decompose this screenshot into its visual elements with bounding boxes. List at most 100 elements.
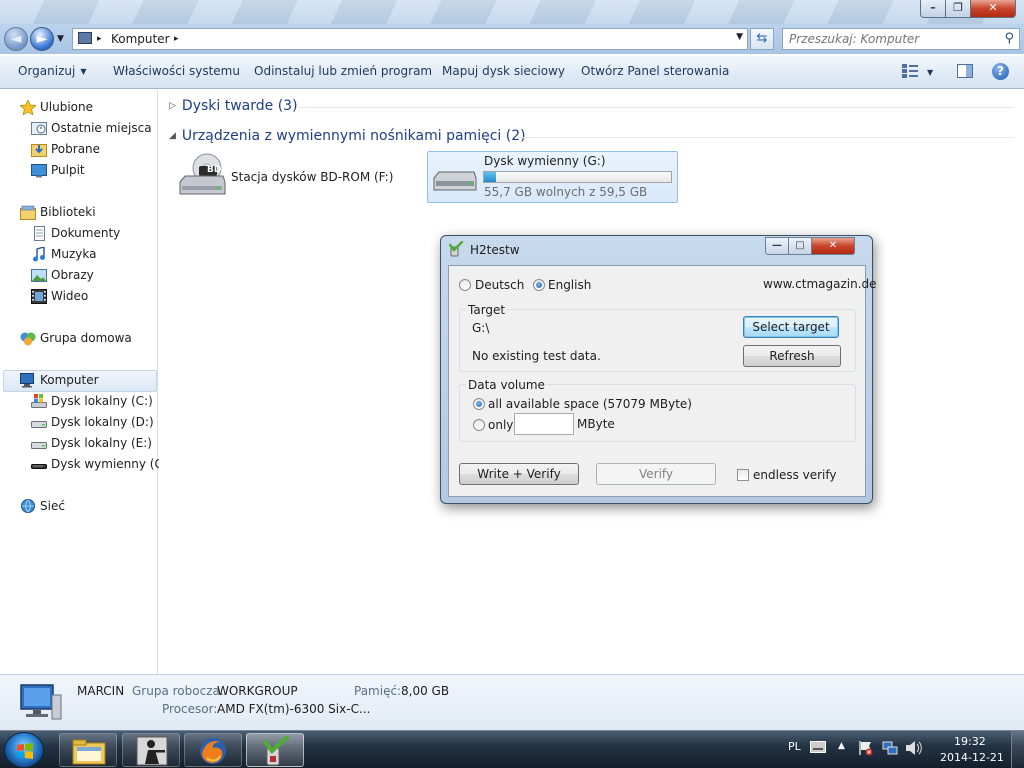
sidebar-item-label: Obrazy	[51, 268, 94, 282]
taskbar-explorer[interactable]	[59, 733, 117, 767]
search-input[interactable]	[789, 31, 989, 47]
help-icon[interactable]: ?	[992, 63, 1009, 80]
h2testw-dialog: H2testw — □ ✕ Deutsch English www.ctmaga…	[440, 235, 877, 504]
data-volume-legend: Data volume	[466, 378, 547, 392]
network-tray-icon[interactable]	[882, 740, 898, 756]
open-control-panel-button[interactable]: Otwórz Panel sterowania	[581, 64, 729, 78]
endless-verify-checkbox[interactable]	[737, 469, 749, 481]
language-english-label[interactable]: English	[548, 278, 591, 292]
clock-date[interactable]: 2014-12-21	[940, 751, 1004, 764]
drive-capacity-bar	[483, 171, 672, 183]
sidebar-item-label: Komputer	[40, 373, 99, 387]
forward-button[interactable]: ►	[30, 27, 54, 51]
change-view-icon[interactable]	[902, 64, 918, 78]
taskbar-firefox[interactable]	[184, 733, 242, 767]
taskbar-counter-strike[interactable]	[122, 733, 180, 767]
view-options-dropdown[interactable]: ▼	[927, 68, 933, 77]
refresh-button[interactable]: Refresh	[743, 345, 841, 367]
endless-verify-label[interactable]: endless verify	[753, 468, 837, 482]
dialog-close-button[interactable]: ✕	[812, 237, 855, 255]
refresh-button[interactable]: ⇆	[750, 28, 774, 50]
only-label[interactable]: only	[488, 418, 513, 432]
computer-icon	[20, 684, 62, 720]
minimize-button[interactable]: –	[920, 0, 946, 18]
organize-menu[interactable]: Organizuj ▼	[18, 64, 86, 78]
uninstall-program-button[interactable]: Odinstaluj lub zmień program	[254, 64, 432, 78]
sidebar-item-label: Dysk lokalny (E:)	[51, 436, 152, 450]
expand-icon: ▷	[169, 101, 176, 111]
drive-tile-bd-rom[interactable]: BD Stacja dysków BD-ROM (F:)	[171, 150, 421, 202]
sidebar-item-label: Biblioteki	[40, 205, 96, 219]
documents-icon	[34, 226, 45, 241]
minimize-icon: —	[772, 240, 782, 251]
show-hidden-icons-button[interactable]: ▲	[838, 741, 845, 751]
windows-logo-icon	[17, 743, 33, 759]
breadcrumb-komputer[interactable]: Komputer	[111, 32, 170, 46]
website-link[interactable]: www.ctmagazin.de	[763, 277, 877, 291]
only-radio[interactable]	[473, 419, 485, 431]
window-titlebar[interactable]: – ❐ ✕	[0, 0, 1024, 24]
group-title: Urządzenia z wymiennymi nośnikami pamięc…	[181, 128, 526, 144]
address-bar[interactable]: ▸ Komputer ▸ ▼	[72, 28, 748, 50]
recent-pages-dropdown[interactable]: ▼	[57, 34, 64, 44]
clock-time[interactable]: 19:32	[954, 735, 986, 748]
h2testw-icon	[449, 241, 463, 257]
language-english-radio[interactable]	[533, 279, 545, 291]
music-icon	[33, 247, 45, 262]
target-path: G:\	[472, 321, 490, 335]
language-deutsch-label[interactable]: Deutsch	[475, 278, 524, 292]
workgroup-label: Grupa robocza:	[132, 684, 224, 698]
verify-button[interactable]: Verify	[596, 463, 716, 485]
close-button[interactable]: ✕	[971, 0, 1016, 18]
group-divider	[299, 107, 1014, 108]
dialog-maximize-button[interactable]: □	[789, 237, 812, 255]
all-available-space-radio[interactable]	[473, 398, 485, 410]
taskbar-h2testw[interactable]	[246, 733, 304, 767]
taskbar: PL ▲ 19:32 2014-12-21	[0, 730, 1024, 768]
write-verify-button[interactable]: Write + Verify	[459, 463, 579, 485]
drive-free-space: 55,7 GB wolnych z 59,5 GB	[484, 185, 648, 199]
action-center-flag-icon[interactable]	[858, 740, 874, 756]
h2testw-icon	[263, 736, 289, 766]
select-target-button[interactable]: Select target	[743, 316, 839, 338]
preview-pane-icon[interactable]	[957, 64, 973, 78]
capacity-used-fill	[484, 172, 496, 182]
start-button[interactable]	[4, 732, 44, 768]
address-dropdown-icon[interactable]: ▼	[736, 32, 743, 42]
downloads-folder-icon	[31, 144, 47, 157]
group-divider	[515, 137, 1014, 138]
dialog-minimize-button[interactable]: —	[765, 237, 789, 255]
all-available-space-label[interactable]: all available space (57079 MByte)	[488, 397, 692, 411]
collapse-icon: ◢	[169, 131, 176, 141]
breadcrumb-separator[interactable]: ▸	[97, 34, 102, 44]
show-desktop-button[interactable]	[1011, 731, 1024, 768]
map-network-drive-button[interactable]: Mapuj dysk sieciowy	[442, 64, 565, 78]
drive-name: Dysk wymienny (G:)	[484, 154, 606, 168]
drive-icon	[31, 442, 47, 449]
language-indicator[interactable]: PL	[788, 740, 801, 753]
search-box[interactable]: ⚲	[782, 28, 1020, 50]
back-button[interactable]: ◄	[4, 27, 28, 51]
maximize-button[interactable]: ❐	[946, 0, 971, 18]
language-deutsch-radio[interactable]	[459, 279, 471, 291]
sidebar-item-label: Dysk wymienny (G:)	[51, 457, 173, 471]
search-icon[interactable]: ⚲	[1004, 31, 1014, 46]
sidebar-item-label: Wideo	[51, 289, 89, 303]
drive-tile-removable-g[interactable]: Dysk wymienny (G:) 55,7 GB wolnych z 59,…	[427, 151, 678, 203]
only-mbyte-input[interactable]	[514, 413, 574, 435]
system-properties-button[interactable]: Właściwości systemu	[113, 64, 240, 78]
organize-label: Organizuj	[18, 64, 76, 78]
breadcrumb-separator[interactable]: ▸	[174, 34, 179, 44]
sidebar-item-label: Dysk lokalny (C:)	[51, 394, 153, 408]
video-icon	[31, 289, 47, 304]
back-arrow-icon: ◄	[10, 31, 22, 47]
keyboard-icon[interactable]	[810, 741, 826, 753]
minimize-icon: –	[930, 1, 936, 14]
group-header-hard-disks[interactable]: ▷ Dyski twarde (3)	[169, 98, 298, 114]
counter-strike-icon	[136, 736, 168, 766]
group-header-removable[interactable]: ◢ Urządzenia z wymiennymi nośnikami pamię…	[169, 128, 526, 144]
volume-icon[interactable]	[905, 740, 923, 756]
sidebar-item-label: Ulubione	[40, 100, 94, 114]
memory-value: 8,00 GB	[401, 684, 450, 698]
sidebar-item-label: Pulpit	[51, 163, 85, 177]
